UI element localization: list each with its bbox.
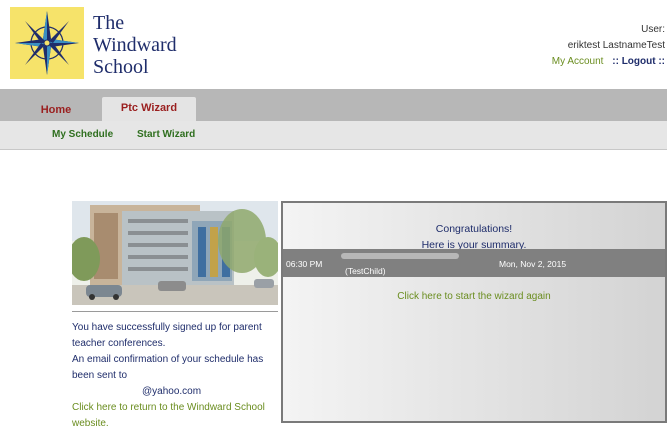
site-header: The Windward School User: eriktest Lastn… (0, 0, 667, 85)
summary-panel: Congratulations! Here is your summary. 0… (281, 201, 667, 423)
user-name: eriktest LastnameTest (567, 40, 665, 51)
success-message: You have successfully signed up for pare… (72, 320, 278, 432)
appointment-date: Mon, Nov 2, 2015 (499, 259, 567, 269)
school-name-line: School (93, 56, 149, 78)
compass-rose-logo-icon (10, 7, 84, 79)
child-name: (TestChild) (345, 266, 386, 276)
user-label: User: (641, 24, 665, 35)
restart-wizard-link[interactable]: Click here to start the wizard again (283, 291, 665, 302)
message-line: An email confirmation of your schedule h… (72, 354, 264, 365)
congrats-line: Congratulations! (435, 223, 513, 235)
subnav-my-schedule[interactable]: My Schedule (52, 129, 113, 140)
return-link-line: Click here to return to the Windward Sch… (72, 402, 265, 413)
redacted-teacher-name (341, 253, 459, 259)
sub-navigation: My Schedule Start Wizard (0, 121, 667, 150)
user-area: User: eriktest LastnameTest My Account :… (552, 22, 665, 70)
school-name-line: Windward (93, 34, 177, 56)
school-name: The Windward School (93, 12, 177, 78)
summary-row: 06:30 PM (TestChild) Mon, Nov 2, 2015 (283, 249, 665, 277)
return-link-line: website. (72, 418, 109, 429)
subnav-start-wizard[interactable]: Start Wizard (137, 129, 195, 140)
school-name-line: The (93, 12, 125, 34)
logout-link[interactable]: :: Logout :: (612, 56, 665, 67)
user-links: My Account :: Logout :: (552, 54, 665, 70)
message-line: been sent to (72, 370, 128, 381)
my-account-link[interactable]: My Account (552, 56, 604, 67)
tab-home[interactable]: Home (32, 99, 80, 121)
message-line: You have successfully signed up for pare… (72, 322, 262, 333)
main-tab-bar: Home Ptc Wizard (0, 89, 667, 121)
school-logo[interactable] (10, 7, 84, 79)
building-illustration (68, 201, 282, 305)
tab-ptc-wizard[interactable]: Ptc Wizard (102, 97, 196, 121)
return-to-website-link[interactable]: Click here to return to the Windward Sch… (72, 400, 278, 432)
confirmation-panel: You have successfully signed up for pare… (68, 201, 282, 429)
confirmation-email: @yahoo.com (142, 386, 202, 397)
appointment-time: 06:30 PM (286, 259, 323, 269)
divider (72, 311, 278, 312)
message-line: teacher conferences. (72, 338, 166, 349)
